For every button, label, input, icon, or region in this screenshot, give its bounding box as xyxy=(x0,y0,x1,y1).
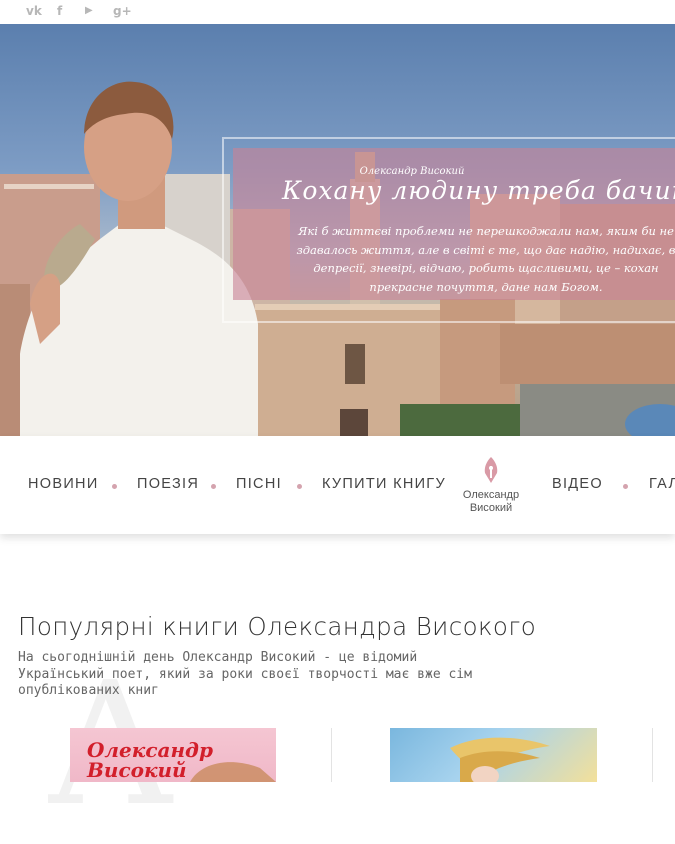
book-cover-art xyxy=(450,737,550,782)
nav-item-buy-book[interactable]: КУПИТИ КНИГУ xyxy=(322,476,446,492)
google-plus-icon[interactable]: g+ xyxy=(113,3,132,19)
book-cover-art xyxy=(190,762,276,782)
book-cover-2[interactable] xyxy=(390,728,597,782)
nav-item-poetry[interactable]: ПОЕЗІЯ xyxy=(137,476,199,492)
youtube-icon[interactable]: ▶ xyxy=(85,3,93,19)
hero-banner: Олександр Високий Кохану людину треба ба… xyxy=(0,24,675,436)
nav-item-video[interactable]: ВІДЕО xyxy=(552,476,603,492)
nav-separator xyxy=(112,484,117,489)
book-cover-1[interactable]: Олександр Високий xyxy=(70,728,276,782)
logo-name-last: Високий xyxy=(469,502,513,514)
nav-item-gallery[interactable]: ГАЛ xyxy=(649,476,675,492)
nav-separator xyxy=(297,484,302,489)
nav-separator xyxy=(623,484,628,489)
main-navigation: НОВИНИ ПОЕЗІЯ ПІСНІ КУПИТИ КНИГУ Олексан… xyxy=(0,436,675,534)
facebook-icon[interactable]: f xyxy=(57,3,62,19)
column-divider xyxy=(652,728,653,782)
quote-text: Які б життєві проблеми не перешкоджали н… xyxy=(296,224,675,294)
nav-separator xyxy=(211,484,216,489)
vk-icon[interactable]: vk xyxy=(26,3,42,19)
nav-item-songs[interactable]: ПІСНІ xyxy=(236,476,282,492)
section-title: Популярні книги Олександра Високого xyxy=(18,612,537,641)
nav-item-news[interactable]: НОВИНИ xyxy=(28,476,99,492)
quote-title: Кохану людину треба бачити с xyxy=(282,176,675,205)
social-bar: vk f ▶ g+ xyxy=(0,0,675,24)
fountain-pen-icon xyxy=(484,457,498,483)
site-logo[interactable]: Олександр Високий xyxy=(460,456,522,515)
column-divider xyxy=(331,728,332,782)
section-description: На сьогоднішній день Олександр Високий -… xyxy=(18,650,472,698)
logo-name-first: Олександр xyxy=(462,489,520,501)
